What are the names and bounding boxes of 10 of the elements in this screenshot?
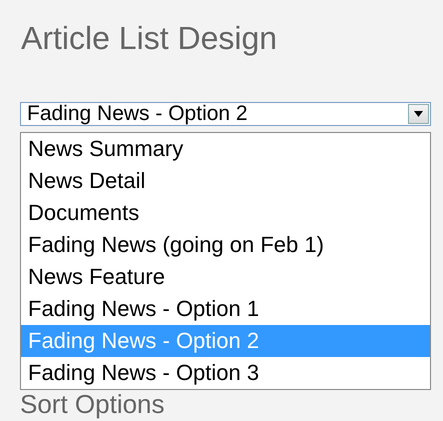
dropdown-option[interactable]: Fading News - Option 3	[21, 357, 430, 389]
dropdown-option[interactable]: News Summary	[21, 133, 430, 165]
section-title: Article List Design	[21, 19, 278, 58]
dropdown-option[interactable]: News Detail	[21, 165, 430, 197]
section-title: Sort Options	[20, 390, 166, 418]
dropdown-option[interactable]: News Feature	[21, 261, 430, 293]
dropdown-option[interactable]: Fading News (going on Feb 1)	[21, 229, 430, 261]
dropdown-option[interactable]: Fading News - Option 1	[21, 293, 430, 325]
dropdown-option[interactable]: Documents	[21, 197, 430, 229]
dropdown-select[interactable]: Fading News - Option 2	[20, 102, 431, 126]
